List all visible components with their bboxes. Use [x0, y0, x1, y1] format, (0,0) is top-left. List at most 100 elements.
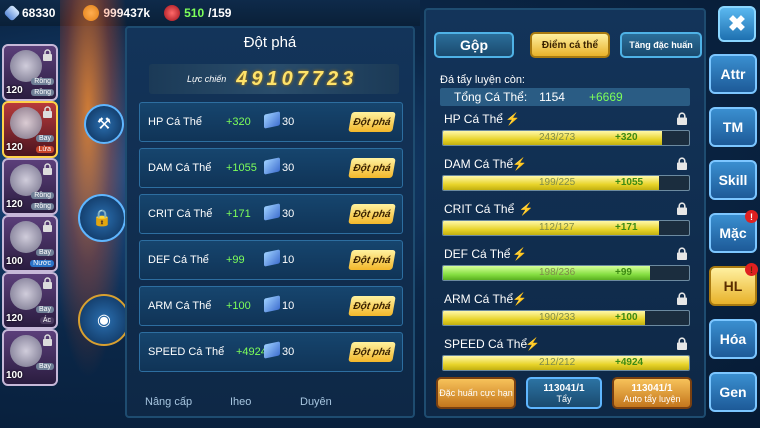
breakthrough-button[interactable]: Đột phá [348, 250, 396, 270]
tab-merge[interactable]: Gộp [434, 32, 514, 58]
total-value: 1154 [539, 90, 565, 104]
stat-bonus: +99 [615, 267, 632, 278]
orb-ring-icon[interactable]: ◉ [78, 294, 130, 346]
breakthrough-row: DAM Cá Thể +1055 30 Đột phá [139, 148, 403, 188]
gem-amount: 68330 [22, 6, 56, 20]
stat-name: DAM Cá Thể [148, 162, 212, 174]
stat-bonus: +1055 [226, 162, 257, 174]
breakthrough-button[interactable]: Đột phá [348, 158, 396, 178]
lock-icon[interactable] [676, 247, 688, 260]
lock-icon[interactable] [676, 292, 688, 305]
hero-card[interactable]: 100 Bay Nước [2, 215, 58, 272]
stat-progress: DEF Cá Thể ⚡ 198/236 +99 [442, 247, 692, 289]
hero-type-tag: Rồng [31, 192, 54, 199]
stat-name: SPEED Cá Thể [444, 337, 528, 351]
book-cost: 10 [282, 254, 295, 266]
stat-bonus: +171 [615, 222, 638, 233]
stat-name: CRIT Cá Thể [148, 208, 213, 220]
nav-button-tm[interactable]: TM [709, 107, 757, 147]
breakthrough-row: CRIT Cá Thể +171 30 Đột phá [139, 194, 403, 234]
stat-name: ARM Cá Thể [444, 292, 514, 306]
hero-type-tag: Bay [35, 135, 54, 142]
nav-button-hl[interactable]: HL! [709, 263, 758, 306]
individual-points-panel: Gộp Điểm cá thể Tăng đặc huấn Đá tẩy luy… [424, 8, 706, 418]
stat-name: HP Cá Thể [444, 112, 503, 126]
nav-button-attr[interactable]: Attr [709, 54, 757, 94]
lightning-icon: ⚡ [512, 292, 527, 306]
breakthrough-button[interactable]: Đột phá [348, 112, 396, 132]
hero-element-tag: Rồng [31, 203, 54, 210]
stat-name: DEF Cá Thể [444, 247, 511, 261]
nav-button-hóa[interactable]: Hóa [709, 319, 757, 359]
stat-bar: 112/127 +171 [442, 220, 690, 236]
hero-card[interactable]: 120 Bay Ác [2, 272, 58, 329]
stat-value: 199/225 [539, 177, 576, 188]
stat-bonus: +100 [615, 312, 638, 323]
nav-label: Attr [720, 66, 746, 82]
breakthrough-row: SPEED Cá Thể +4924 30 Đột phá [139, 332, 403, 372]
nav-label: Mặc [719, 225, 747, 241]
lightning-icon: ⚡ [505, 112, 521, 126]
breakthrough-title: Đột phá [243, 34, 297, 51]
wash-button[interactable]: 113041/1 Tẩy [526, 377, 602, 409]
tab-duyen[interactable]: Duyên [300, 396, 332, 408]
tab-iheo[interactable]: Iheo [230, 396, 251, 408]
hero-card[interactable]: 100 Bay [2, 329, 58, 386]
close-button[interactable]: ✖ [718, 6, 756, 42]
stat-name: SPEED Cá Thể [148, 346, 225, 358]
lightning-icon: ⚡ [512, 247, 527, 261]
lock-icon[interactable] [676, 202, 688, 215]
hero-type-tag: Bay [35, 306, 54, 313]
lock-icon [42, 333, 53, 346]
stat-bar: 190/233 +100 [442, 310, 690, 326]
stat-bar: 198/236 +99 [442, 265, 690, 281]
lock-icon[interactable] [676, 337, 688, 350]
lock-button-icon[interactable]: 🔒 [78, 194, 126, 242]
lock-icon [42, 219, 53, 232]
special-training-label: Đặc huấn cực hạn [439, 388, 513, 398]
hero-card[interactable]: 120 Rồng Rồng [2, 44, 58, 101]
hero-element-tag: Lửa [35, 146, 54, 153]
breakthrough-button[interactable]: Đột phá [348, 204, 396, 224]
breakthrough-button[interactable]: Đột phá [348, 296, 396, 316]
stat-bonus: +320 [226, 116, 251, 128]
tab-boost-training[interactable]: Tăng đặc huấn [620, 32, 702, 58]
nav-button-mặc[interactable]: Mặc! [709, 210, 758, 253]
skill-book-icon [264, 341, 280, 359]
wash-label: Tẩy [556, 393, 572, 404]
breakthrough-button[interactable]: Đột phá [348, 342, 396, 362]
lock-icon[interactable] [676, 157, 688, 170]
total-bonus: +6669 [588, 90, 623, 104]
stat-progress: CRIT Cá Thể ⚡ 112/127 +171 [442, 202, 692, 244]
stat-name: HP Cá Thể [148, 116, 203, 128]
lock-icon [42, 162, 53, 175]
skill-book-icon [264, 249, 280, 267]
auto-wash-button[interactable]: 113041/1 Auto tẩy luyện [612, 377, 692, 409]
auto-wash-count: 113041/1 [631, 382, 673, 394]
skill-book-icon [264, 157, 280, 175]
stat-value: 198/236 [539, 267, 576, 278]
stat-name: ARM Cá Thể [148, 300, 212, 312]
hero-type-tag: Rồng [31, 78, 54, 85]
hero-card[interactable]: 120 Rồng Rồng [2, 158, 58, 215]
book-cost: 30 [282, 116, 295, 128]
alert-badge: ! [745, 210, 758, 223]
hero-element-tag: Ác [39, 317, 54, 324]
lock-icon [42, 105, 53, 118]
breakthrough-row: HP Cá Thể +320 30 Đột phá [139, 102, 403, 142]
total-label: Tổng Cá Thể: [454, 90, 528, 104]
tab-individual-points[interactable]: Điểm cá thể [530, 32, 610, 58]
special-training-button[interactable]: Đặc huấn cực hạn [436, 377, 516, 409]
hero-card[interactable]: 120 Bay Lửa [2, 101, 58, 158]
nav-button-gen[interactable]: Gen [709, 372, 757, 412]
lock-icon[interactable] [676, 112, 688, 125]
chest-icon[interactable]: ⚒ [84, 104, 124, 144]
skill-book-icon [264, 295, 280, 313]
book-cost: 30 [282, 346, 295, 358]
stat-progress: HP Cá Thể ⚡ 243/273 +320 [442, 112, 692, 154]
potion-counter: 510/159 [164, 5, 231, 21]
tab-upgrade[interactable]: Nâng cấp [145, 396, 192, 408]
hero-level: 120 [6, 313, 23, 324]
hero-level: 120 [6, 199, 23, 210]
nav-button-skill[interactable]: Skill [709, 160, 757, 200]
